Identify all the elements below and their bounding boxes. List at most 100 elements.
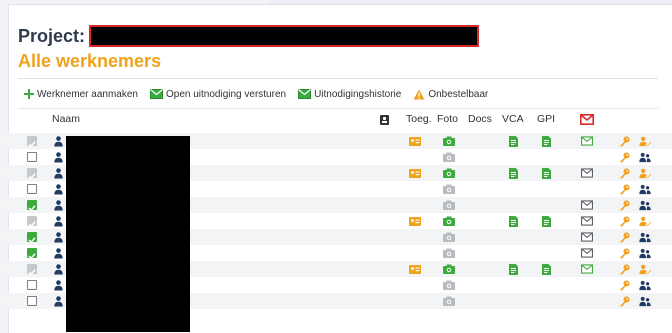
key-icon[interactable] bbox=[618, 247, 630, 259]
key-icon[interactable] bbox=[618, 199, 630, 211]
person-icon bbox=[52, 199, 64, 211]
camera-icon[interactable] bbox=[443, 151, 455, 163]
camera-icon[interactable] bbox=[443, 167, 455, 179]
camera-icon[interactable] bbox=[443, 183, 455, 195]
row-checkbox[interactable] bbox=[26, 199, 38, 212]
users-icon[interactable] bbox=[639, 151, 651, 163]
camera-icon[interactable] bbox=[443, 263, 455, 275]
person-icon bbox=[52, 263, 64, 275]
row-checkbox[interactable] bbox=[26, 295, 38, 307]
key-icon[interactable] bbox=[618, 151, 630, 163]
users-icon[interactable] bbox=[639, 279, 651, 291]
row-checkbox[interactable] bbox=[26, 247, 38, 260]
users-icon[interactable] bbox=[639, 295, 651, 307]
divider bbox=[18, 108, 658, 109]
column-header-gpi[interactable]: GPI bbox=[537, 113, 555, 125]
create-employee-label: Werknemer aanmaken bbox=[37, 88, 138, 100]
envelope-icon[interactable] bbox=[581, 167, 593, 179]
key-icon[interactable] bbox=[618, 183, 630, 195]
envelope-icon bbox=[298, 89, 312, 99]
invitation-history-button[interactable]: Uitnodigingshistorie bbox=[298, 89, 401, 100]
envelope-icon bbox=[149, 89, 163, 99]
key-icon[interactable] bbox=[618, 263, 630, 275]
key-icon[interactable] bbox=[618, 279, 630, 291]
gpi-document-icon[interactable] bbox=[540, 135, 552, 147]
key-icon[interactable] bbox=[618, 295, 630, 307]
plus-icon bbox=[24, 89, 34, 99]
row-checkbox[interactable] bbox=[26, 263, 38, 276]
envelope-icon[interactable] bbox=[581, 135, 593, 147]
undeliverable-label: Onbestelbaar bbox=[428, 88, 489, 100]
vca-document-icon[interactable] bbox=[507, 167, 519, 179]
invitation-history-label: Uitnodigingshistorie bbox=[314, 88, 402, 100]
project-label: Project: bbox=[18, 25, 86, 46]
column-header-toeg[interactable]: Toeg. bbox=[406, 113, 432, 125]
user-edit-icon[interactable] bbox=[639, 135, 651, 147]
vca-document-icon[interactable] bbox=[507, 215, 519, 227]
camera-icon[interactable] bbox=[443, 231, 455, 243]
send-open-invitation-button[interactable]: Open uitnodiging versturen bbox=[149, 88, 287, 100]
person-icon bbox=[52, 295, 64, 307]
person-icon bbox=[52, 167, 64, 179]
access-card-icon[interactable] bbox=[409, 167, 421, 179]
vca-document-icon[interactable] bbox=[507, 263, 519, 275]
gpi-document-icon[interactable] bbox=[540, 167, 552, 179]
redacted-project-name bbox=[89, 25, 480, 47]
envelope-icon[interactable] bbox=[581, 263, 593, 275]
row-checkbox[interactable] bbox=[26, 279, 38, 291]
person-icon bbox=[52, 215, 64, 227]
table-header: Naam Toeg. Foto Docs VCA GPI bbox=[0, 113, 672, 129]
column-header-docs[interactable]: Docs bbox=[468, 113, 492, 125]
undeliverable-button[interactable]: Onbestelbaar bbox=[413, 89, 488, 100]
person-icon bbox=[52, 151, 64, 163]
page-title: Alle werknemers bbox=[18, 51, 162, 71]
column-header-name[interactable]: Naam bbox=[52, 113, 80, 125]
user-edit-icon[interactable] bbox=[639, 215, 651, 227]
row-checkbox[interactable] bbox=[26, 183, 38, 195]
users-icon[interactable] bbox=[639, 199, 651, 211]
camera-icon[interactable] bbox=[443, 135, 455, 147]
key-icon[interactable] bbox=[618, 231, 630, 243]
access-card-icon[interactable] bbox=[409, 263, 421, 275]
envelope-icon[interactable] bbox=[581, 215, 593, 227]
users-icon[interactable] bbox=[639, 183, 651, 195]
key-icon[interactable] bbox=[618, 135, 630, 147]
camera-icon[interactable] bbox=[443, 215, 455, 227]
column-header-foto[interactable]: Foto bbox=[437, 113, 458, 125]
key-icon[interactable] bbox=[618, 215, 630, 227]
person-icon bbox=[52, 247, 64, 259]
vca-document-icon[interactable] bbox=[507, 135, 519, 147]
envelope-icon[interactable] bbox=[581, 231, 593, 243]
camera-icon[interactable] bbox=[443, 295, 455, 307]
users-icon[interactable] bbox=[639, 247, 651, 259]
access-card-icon[interactable] bbox=[409, 215, 421, 227]
person-icon bbox=[52, 183, 64, 195]
camera-icon[interactable] bbox=[443, 199, 455, 211]
send-open-invitation-label: Open uitnodiging versturen bbox=[165, 88, 287, 100]
user-edit-icon[interactable] bbox=[639, 263, 651, 275]
camera-icon[interactable] bbox=[443, 247, 455, 259]
gpi-document-icon[interactable] bbox=[540, 215, 552, 227]
row-checkbox[interactable] bbox=[26, 231, 38, 244]
users-icon[interactable] bbox=[639, 231, 651, 243]
camera-icon[interactable] bbox=[443, 279, 455, 291]
row-checkbox[interactable] bbox=[26, 151, 38, 163]
warning-icon bbox=[413, 89, 425, 99]
envelope-icon[interactable] bbox=[580, 114, 594, 128]
row-checkbox[interactable] bbox=[26, 167, 38, 180]
row-checkbox[interactable] bbox=[26, 215, 38, 228]
key-icon[interactable] bbox=[618, 167, 630, 179]
gpi-document-icon[interactable] bbox=[540, 263, 552, 275]
access-card-icon[interactable] bbox=[409, 135, 421, 147]
envelope-icon[interactable] bbox=[581, 247, 593, 259]
envelope-icon[interactable] bbox=[581, 199, 593, 211]
redacted-employee-names bbox=[66, 136, 190, 332]
person-icon bbox=[52, 231, 64, 243]
divider bbox=[18, 78, 658, 79]
row-checkbox[interactable] bbox=[26, 135, 38, 148]
column-header-vca[interactable]: VCA bbox=[502, 113, 524, 125]
create-employee-button[interactable]: Werknemer aanmaken bbox=[24, 89, 138, 100]
user-edit-icon[interactable] bbox=[639, 167, 651, 179]
person-icon bbox=[52, 279, 64, 291]
project-header: Project: bbox=[18, 24, 480, 48]
